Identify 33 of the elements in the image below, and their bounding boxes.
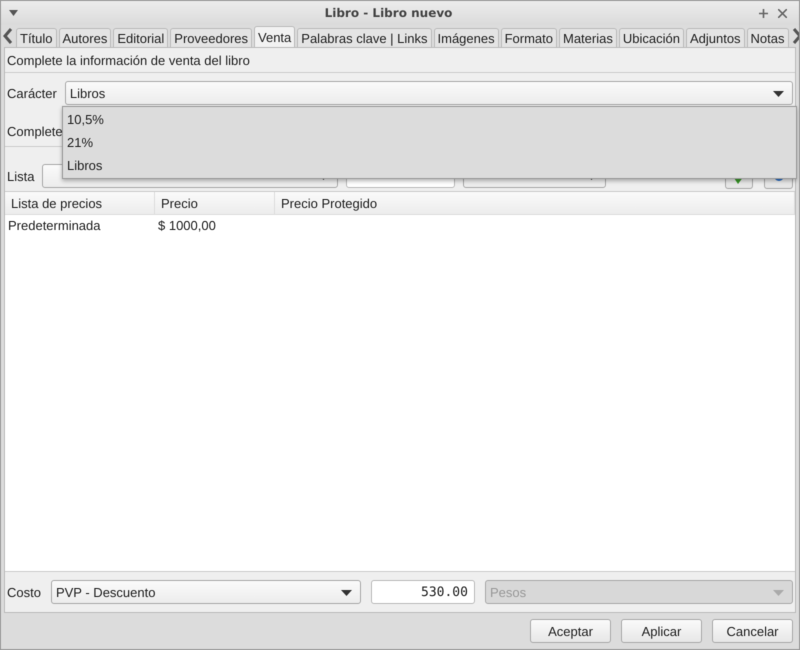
- field-label: Complete: [7, 124, 63, 139]
- column-header[interactable]: Lista de precios: [5, 192, 155, 214]
- dialog-button[interactable]: Aceptar: [530, 619, 611, 643]
- dialog-button[interactable]: Aplicar: [621, 619, 702, 643]
- tab[interactable]: Materias: [559, 28, 617, 47]
- dialog-button[interactable]: Cancelar: [712, 619, 793, 643]
- tab[interactable]: Venta: [254, 26, 296, 47]
- tab[interactable]: Imágenes: [434, 28, 499, 47]
- tab[interactable]: Autores: [58, 28, 112, 47]
- tab[interactable]: Ubicación: [618, 28, 684, 47]
- cost-currency-dropdown: Pesos: [484, 580, 793, 604]
- table-cell: Predeterminada: [8, 218, 100, 232]
- field-label: Lista: [7, 168, 34, 184]
- field-label: Costo: [7, 584, 41, 600]
- column-header[interactable]: Precio Protegido: [275, 192, 795, 214]
- tab[interactable]: Palabras clave | Links: [297, 28, 432, 47]
- tab[interactable]: Notas: [746, 28, 789, 47]
- tab[interactable]: Adjuntos: [686, 28, 745, 47]
- tab[interactable]: Formato: [500, 28, 557, 47]
- field-label: Carácter: [7, 86, 57, 100]
- tab[interactable]: Editorial: [113, 28, 168, 47]
- cost-amount-field[interactable]: 530.00: [370, 580, 475, 604]
- tab[interactable]: Proveedores: [170, 28, 252, 47]
- caracter-dropdown[interactable]: Libros: [64, 81, 793, 105]
- table-cell: $ 1000,00: [158, 218, 216, 232]
- section-header: Complete la información de venta del libro: [7, 52, 250, 68]
- dropdown-option[interactable]: 10,5%: [63, 108, 796, 131]
- cost-dropdown[interactable]: PVP - Descuento: [50, 580, 361, 604]
- tab[interactable]: Título: [16, 28, 57, 47]
- dropdown-option[interactable]: Libros: [63, 154, 796, 177]
- column-header[interactable]: Precio: [155, 192, 275, 214]
- dropdown-option[interactable]: 21%: [63, 131, 796, 154]
- window-title: Libro - Libro nuevo: [324, 6, 454, 20]
